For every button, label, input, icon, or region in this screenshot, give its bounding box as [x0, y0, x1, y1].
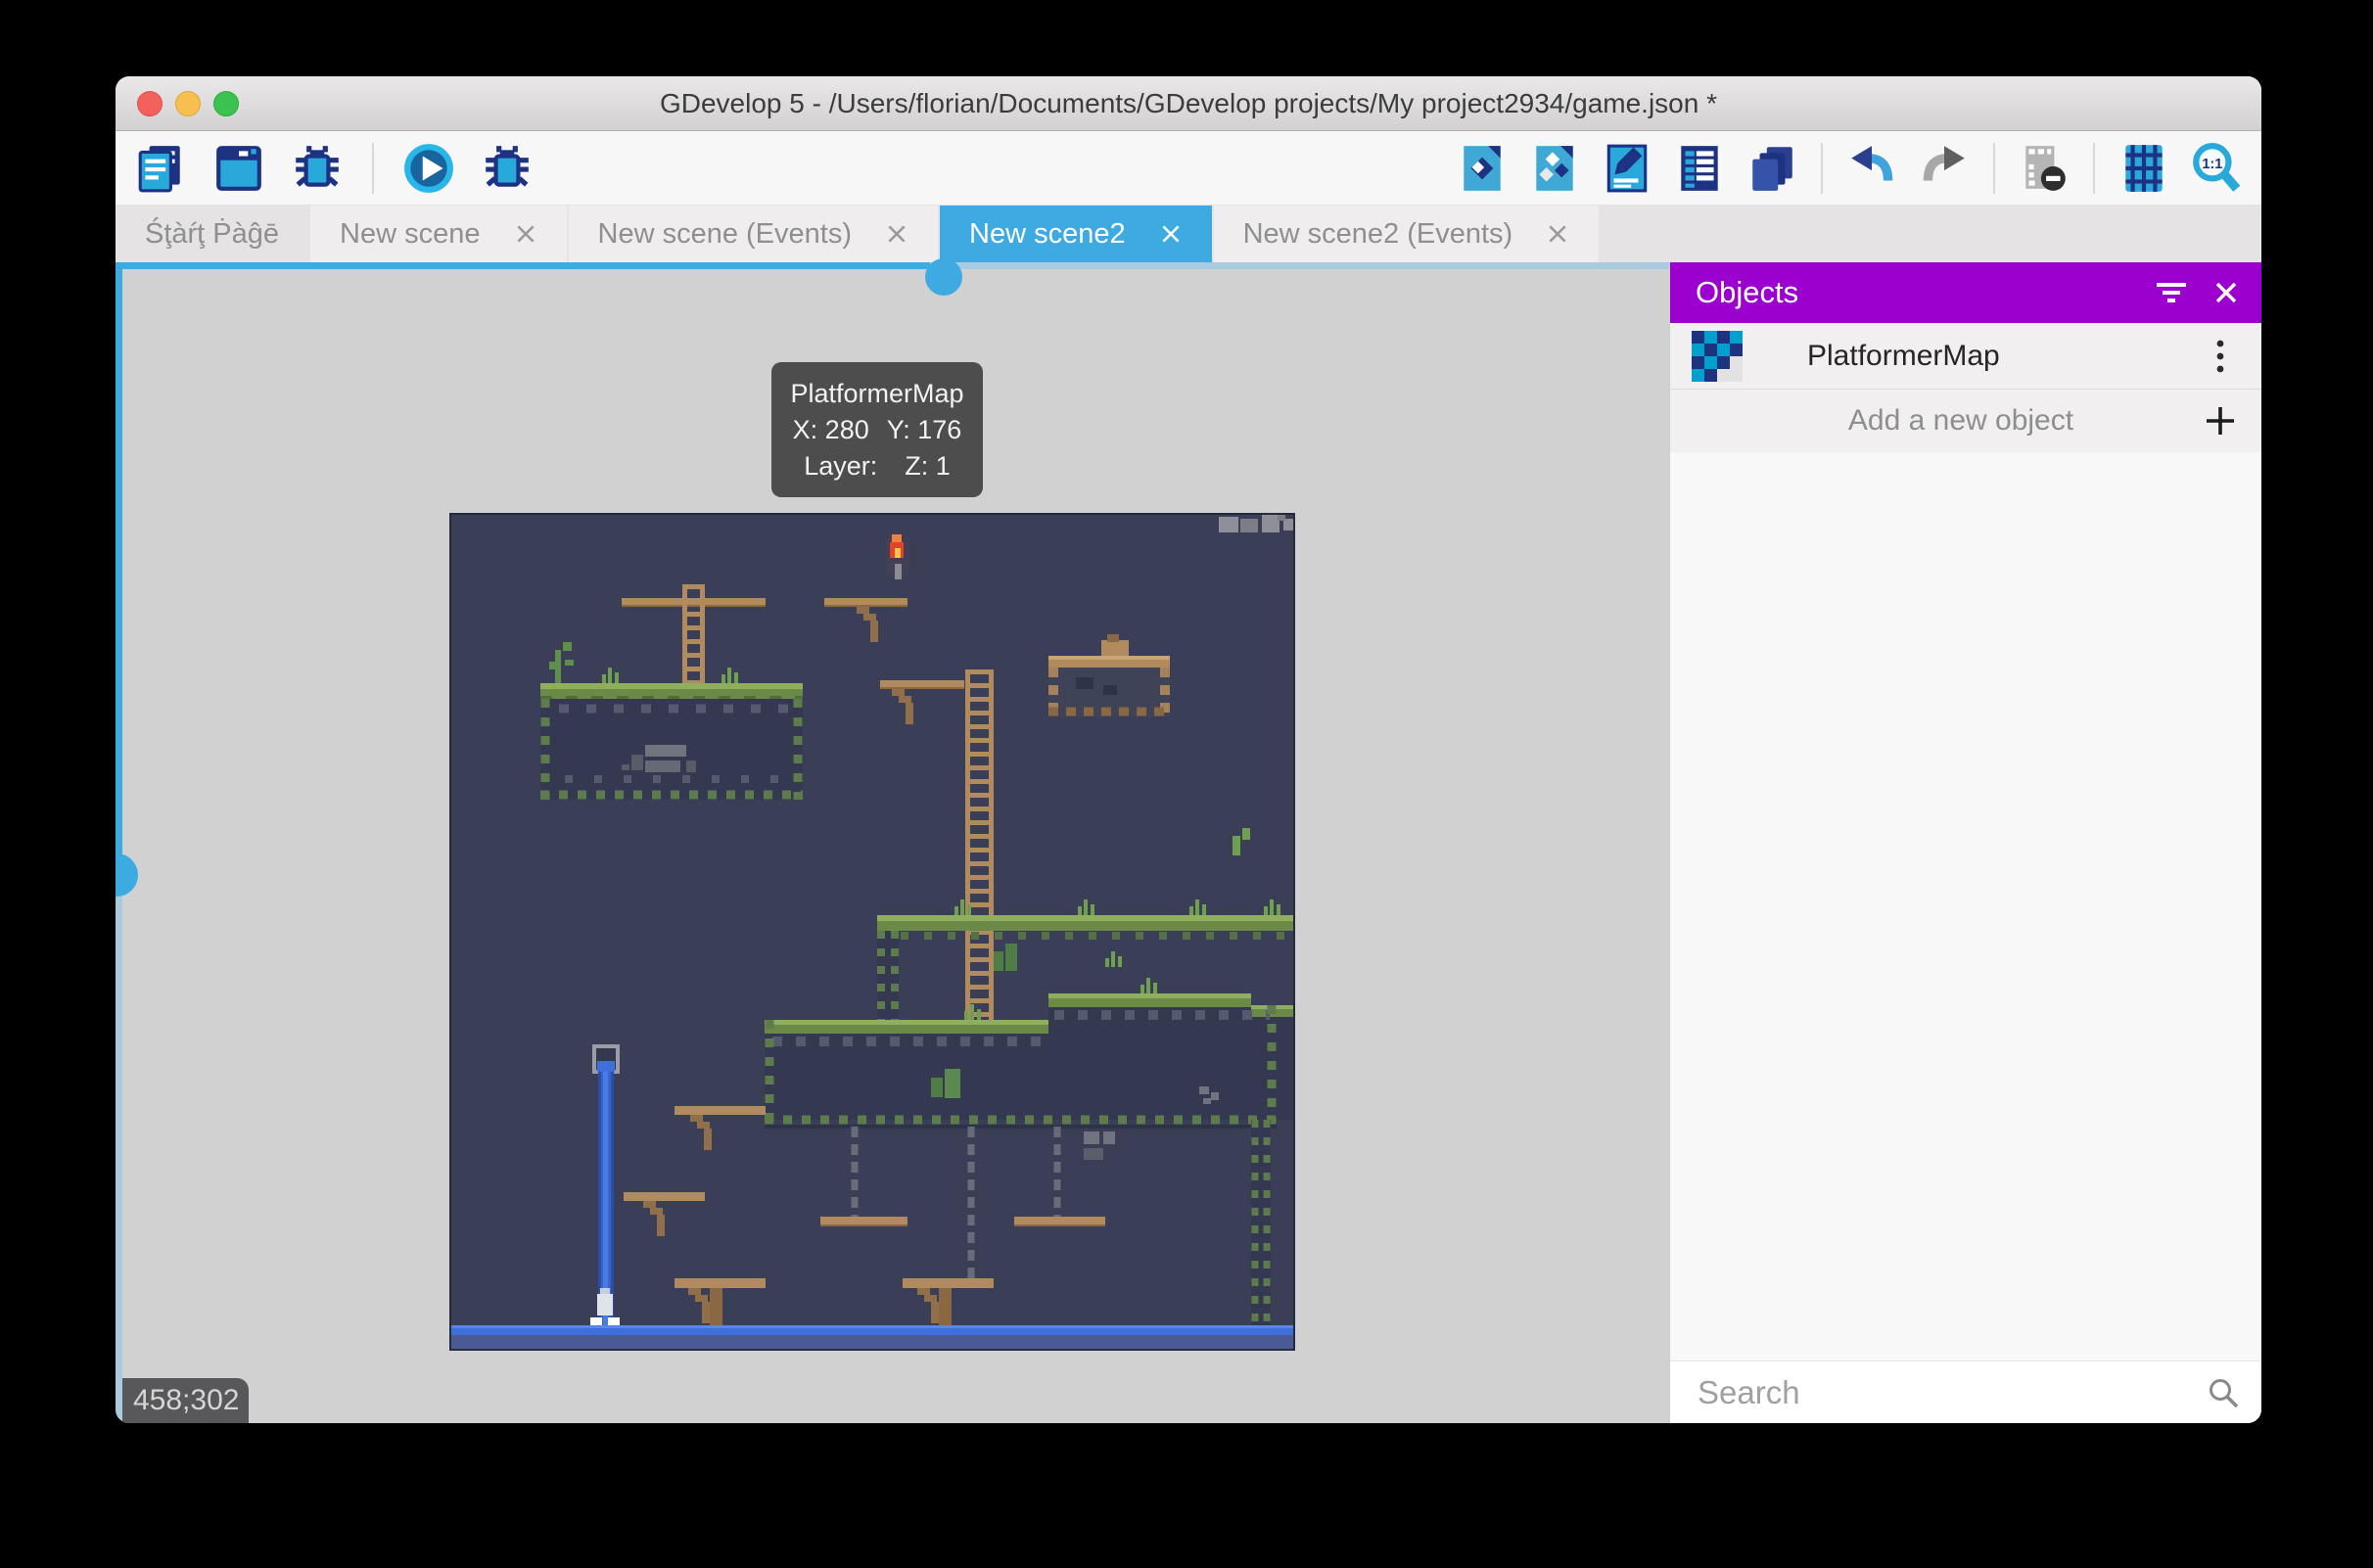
project-manager-button[interactable]: [133, 141, 188, 196]
close-tab-icon[interactable]: [1159, 222, 1183, 246]
window-mask-button[interactable]: [2017, 141, 2071, 196]
toolbar-separator: [372, 143, 374, 194]
redo-icon: [1918, 142, 1971, 195]
platformermap-thumbnail: [1692, 331, 1743, 382]
zoom-1-1-icon: 1:1: [2190, 142, 2243, 195]
grid-icon: [2117, 142, 2170, 195]
debug-icon: [481, 142, 534, 195]
toolbar-separator: [1821, 143, 1823, 194]
debug-button[interactable]: [290, 141, 345, 196]
tab-start-page[interactable]: Śţàŕţ Ṗàĝē: [116, 206, 308, 262]
tab-label: New scene2 (Events): [1243, 218, 1513, 251]
properties-icon: [1601, 142, 1653, 195]
editor-tabs: Śţàŕţ Ṗàĝē New scene New scene (Events) …: [116, 206, 2261, 262]
objects-editor-icon: [1456, 142, 1509, 195]
objects-panel-title: Objects: [1696, 275, 2144, 310]
pane-border-top-active: [116, 262, 930, 269]
filter-icon: [2154, 280, 2189, 305]
object-menu-button[interactable]: [2193, 329, 2248, 384]
objects-panel: Objects Plat: [1669, 262, 2261, 1423]
home-button[interactable]: [211, 141, 266, 196]
window-mask-icon: [2018, 142, 2071, 195]
search-icon: [2207, 1376, 2240, 1409]
undo-icon: [1845, 142, 1898, 195]
pane-border-top: [930, 262, 1669, 269]
zoom-original-button[interactable]: 1:1: [2189, 141, 2244, 196]
tab-label: New scene: [340, 218, 480, 251]
plus-icon: [2204, 404, 2237, 438]
object-groups-editor-button[interactable]: [1527, 141, 1582, 196]
object-search-bar: [1670, 1360, 2261, 1423]
instances-list-icon: [1673, 142, 1726, 195]
cursor-coordinates-badge: 458;302: [119, 1378, 249, 1423]
active-tab-pointer: [925, 258, 962, 296]
debug-icon: [291, 142, 344, 195]
pane-border-left-active: [116, 262, 122, 871]
object-name-label: PlatformerMap: [1807, 340, 2193, 373]
tab-new-scene2[interactable]: New scene2: [938, 206, 1212, 262]
platformer-map-instance[interactable]: [449, 513, 1295, 1351]
main-toolbar: 1:1: [116, 131, 2261, 206]
tab-label: New scene2: [969, 218, 1126, 251]
svg-text:1:1: 1:1: [2202, 157, 2222, 172]
object-groups-icon: [1528, 142, 1581, 195]
toolbar-separator: [1993, 143, 1995, 194]
debug-preview-button[interactable]: [480, 141, 535, 196]
objects-editor-button[interactable]: [1455, 141, 1510, 196]
tab-new-scene[interactable]: New scene: [308, 206, 566, 262]
filter-objects-button[interactable]: [2144, 265, 2199, 320]
object-list-item-platformermap[interactable]: PlatformerMap: [1670, 323, 2261, 390]
tab-new-scene2-events[interactable]: New scene2 (Events): [1212, 206, 1600, 262]
close-icon: [2212, 279, 2240, 306]
play-preview-button[interactable]: [401, 141, 456, 196]
gdevelop-window: GDevelop 5 - /Users/florian/Documents/GD…: [116, 76, 2261, 1423]
instance-tooltip: PlatformerMap X: 280 Y: 176 Layer: Z: 1: [771, 362, 983, 497]
grid-button[interactable]: [2117, 141, 2171, 196]
toolbar-separator: [2093, 143, 2095, 194]
tooltip-x: X: 280: [793, 415, 869, 444]
tooltip-layer: Layer:: [804, 451, 877, 481]
close-panel-button[interactable]: [2199, 265, 2254, 320]
instances-list-button[interactable]: [1672, 141, 1727, 196]
undo-button[interactable]: [1844, 141, 1899, 196]
tooltip-y: Y: 176: [887, 415, 962, 444]
tooltip-object-name: PlatformerMap: [771, 376, 983, 412]
tab-new-scene-events[interactable]: New scene (Events): [567, 206, 939, 262]
plus-icon-button[interactable]: [2193, 393, 2248, 448]
tab-label: New scene (Events): [598, 218, 853, 251]
scene-editor-canvas[interactable]: PlatformerMap X: 280 Y: 176 Layer: Z: 1 45…: [122, 269, 1669, 1423]
close-tab-icon[interactable]: [514, 222, 537, 246]
three-dots-menu-icon: [2215, 339, 2225, 374]
pane-border-left: [116, 871, 122, 1423]
layers-icon: [1745, 142, 1798, 195]
redo-button[interactable]: [1917, 141, 1972, 196]
search-input[interactable]: [1696, 1373, 2207, 1412]
title-bar: GDevelop 5 - /Users/florian/Documents/GD…: [116, 76, 2261, 131]
window-title: GDevelop 5 - /Users/florian/Documents/GD…: [116, 88, 2261, 119]
properties-button[interactable]: [1600, 141, 1654, 196]
layers-editor-button[interactable]: [1745, 141, 1799, 196]
project-manager-icon: [134, 142, 187, 195]
add-new-object-button[interactable]: Add a new object: [1670, 390, 2261, 452]
close-tab-icon[interactable]: [1546, 222, 1569, 246]
play-icon: [402, 142, 455, 195]
tab-label: Śţàŕţ Ṗàĝē: [145, 218, 279, 251]
home-icon: [212, 142, 265, 195]
close-tab-icon[interactable]: [885, 222, 908, 246]
objects-panel-header: Objects: [1670, 262, 2261, 323]
add-object-label: Add a new object: [1670, 404, 2193, 438]
tooltip-z: Z: 1: [905, 451, 951, 481]
